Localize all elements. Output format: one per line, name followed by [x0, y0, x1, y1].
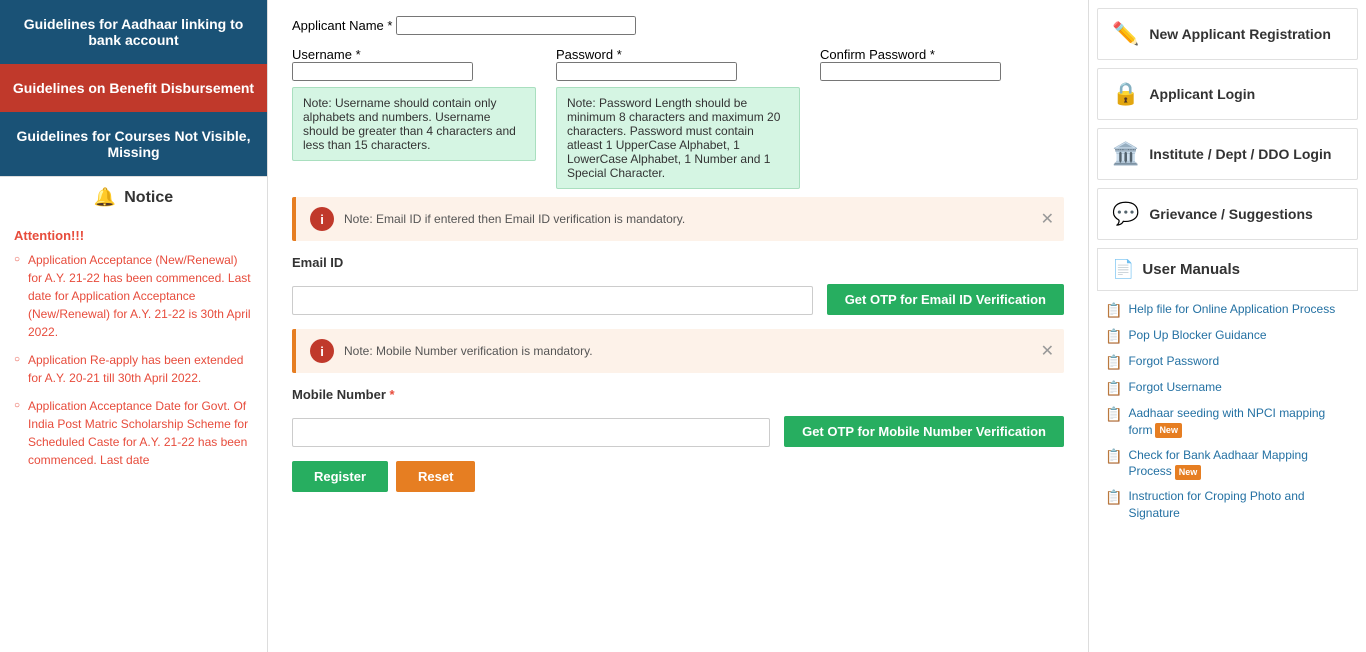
form-buttons: Register Reset — [292, 461, 1064, 492]
manual-link-3[interactable]: 📋 Forgot Password — [1105, 353, 1350, 371]
manual-link-label-1[interactable]: Help file for Online Application Process — [1128, 301, 1335, 318]
manual-link-label-3[interactable]: Forgot Password — [1128, 353, 1219, 370]
doc-icon-2: 📋 — [1105, 328, 1122, 345]
password-note: Note: Password Length should be minimum … — [556, 87, 800, 189]
manual-link-label-2[interactable]: Pop Up Blocker Guidance — [1128, 327, 1266, 344]
email-alert-close[interactable]: ✕ — [1041, 209, 1054, 229]
manual-link-label-4[interactable]: Forgot Username — [1128, 379, 1221, 396]
email-row: Get OTP for Email ID Verification — [292, 284, 1064, 315]
credentials-row: Username * Note: Username should contain… — [292, 47, 1064, 189]
notice-section: Attention!!! Application Acceptance (New… — [0, 218, 267, 652]
email-input-wrapper — [292, 286, 813, 315]
applicant-name-label: Applicant Name * — [292, 18, 396, 33]
applicant-login-btn[interactable]: 🔒 Applicant Login — [1097, 68, 1358, 120]
manual-link-2[interactable]: 📋 Pop Up Blocker Guidance — [1105, 327, 1350, 345]
mobile-alert-box: i Note: Mobile Number verification is ma… — [292, 329, 1064, 373]
sidebar-btn-guidelines-benefit[interactable]: Guidelines on Benefit Disbursement — [0, 64, 267, 112]
right-sidebar: ✏️ New Applicant Registration 🔒 Applican… — [1088, 0, 1366, 652]
email-group: Email ID — [292, 255, 1064, 270]
confirm-password-input[interactable] — [820, 62, 1001, 81]
institute-login-btn[interactable]: 🏛️ Institute / Dept / DDO Login — [1097, 128, 1358, 180]
manual-link-label-5[interactable]: Aadhaar seeding with NPCI mapping formNe… — [1128, 405, 1350, 439]
manual-link-1[interactable]: 📋 Help file for Online Application Proce… — [1105, 301, 1350, 319]
chat-icon: 💬 — [1112, 201, 1139, 227]
email-alert-icon: i — [310, 207, 334, 231]
notice-item-3[interactable]: Application Acceptance Date for Govt. Of… — [14, 397, 253, 469]
password-input[interactable] — [556, 62, 737, 81]
confirm-password-col: Confirm Password * — [820, 47, 1064, 189]
lock-icon: 🔒 — [1112, 81, 1139, 107]
doc-icon-5: 📋 — [1105, 406, 1122, 423]
building-icon: 🏛️ — [1112, 141, 1139, 167]
sidebar-btn-guidelines-courses[interactable]: Guidelines for Courses Not Visible, Miss… — [0, 112, 267, 176]
mobile-input-wrapper — [292, 418, 770, 447]
doc-icon-1: 📋 — [1105, 302, 1122, 319]
password-label: Password * — [556, 47, 622, 62]
applicant-login-label: Applicant Login — [1149, 86, 1255, 102]
notice-header: 🔔 Notice — [0, 176, 267, 218]
bell-icon: 🔔 — [94, 187, 116, 208]
mobile-alert-text: Note: Mobile Number verification is mand… — [344, 344, 1050, 358]
notice-item-1[interactable]: Application Acceptance (New/Renewal) for… — [14, 251, 253, 341]
main-content: Applicant Name * Username * Note: Userna… — [268, 0, 1088, 652]
password-col: Password * Note: Password Length should … — [556, 47, 800, 189]
doc-icon-7: 📋 — [1105, 489, 1122, 506]
grievance-label: Grievance / Suggestions — [1149, 206, 1312, 222]
new-badge-6: New — [1175, 465, 1202, 480]
email-label: Email ID — [292, 255, 1064, 270]
notice-item-2[interactable]: Application Re-apply has been extended f… — [14, 351, 253, 387]
applicant-name-input[interactable] — [396, 16, 636, 35]
attention-label: Attention!!! — [14, 228, 253, 243]
grievance-btn[interactable]: 💬 Grievance / Suggestions — [1097, 188, 1358, 240]
doc-icon-6: 📋 — [1105, 448, 1122, 465]
mobile-alert-icon: i — [310, 339, 334, 363]
mobile-row: Get OTP for Mobile Number Verification — [292, 416, 1064, 447]
email-alert-text: Note: Email ID if entered then Email ID … — [344, 212, 1050, 226]
username-label: Username * — [292, 47, 361, 62]
doc-icon-3: 📋 — [1105, 354, 1122, 371]
username-note: Note: Username should contain only alpha… — [292, 87, 536, 161]
register-button[interactable]: Register — [292, 461, 388, 492]
left-sidebar: Guidelines for Aadhaar linking to bank a… — [0, 0, 268, 652]
manual-link-7[interactable]: 📋 Instruction for Croping Photo and Sign… — [1105, 488, 1350, 522]
new-applicant-btn[interactable]: ✏️ New Applicant Registration — [1097, 8, 1358, 60]
manual-link-4[interactable]: 📋 Forgot Username — [1105, 379, 1350, 397]
doc-icon-4: 📋 — [1105, 380, 1122, 397]
notice-list: Application Acceptance (New/Renewal) for… — [14, 251, 253, 469]
new-badge-5: New — [1155, 423, 1182, 438]
mobile-alert-close[interactable]: ✕ — [1041, 341, 1054, 361]
username-input[interactable] — [292, 62, 473, 81]
manual-link-label-6[interactable]: Check for Bank Aadhaar Mapping ProcessNe… — [1128, 447, 1350, 481]
mobile-otp-button[interactable]: Get OTP for Mobile Number Verification — [784, 416, 1064, 447]
reset-button[interactable]: Reset — [396, 461, 475, 492]
new-applicant-label: New Applicant Registration — [1149, 26, 1331, 42]
mobile-label: Mobile Number * — [292, 387, 1064, 402]
confirm-password-label: Confirm Password * — [820, 47, 935, 62]
manual-link-label-7[interactable]: Instruction for Croping Photo and Signat… — [1128, 488, 1350, 522]
mobile-group: Mobile Number * — [292, 387, 1064, 402]
manual-links-section: 📋 Help file for Online Application Proce… — [1097, 297, 1358, 534]
user-manuals-label: User Manuals — [1142, 261, 1240, 278]
user-manuals-header: 📄 User Manuals — [1097, 248, 1358, 291]
mobile-input[interactable] — [292, 418, 770, 447]
username-col: Username * Note: Username should contain… — [292, 47, 536, 189]
manuals-icon: 📄 — [1112, 259, 1134, 280]
applicant-name-group: Applicant Name * — [292, 16, 1064, 35]
email-otp-button[interactable]: Get OTP for Email ID Verification — [827, 284, 1064, 315]
email-input[interactable] — [292, 286, 813, 315]
sidebar-btn-guidelines-aadhaar[interactable]: Guidelines for Aadhaar linking to bank a… — [0, 0, 267, 64]
email-alert-box: i Note: Email ID if entered then Email I… — [292, 197, 1064, 241]
manual-link-6[interactable]: 📋 Check for Bank Aadhaar Mapping Process… — [1105, 447, 1350, 481]
manual-link-5[interactable]: 📋 Aadhaar seeding with NPCI mapping form… — [1105, 405, 1350, 439]
pencil-icon: ✏️ — [1112, 21, 1139, 47]
institute-login-label: Institute / Dept / DDO Login — [1149, 146, 1331, 162]
